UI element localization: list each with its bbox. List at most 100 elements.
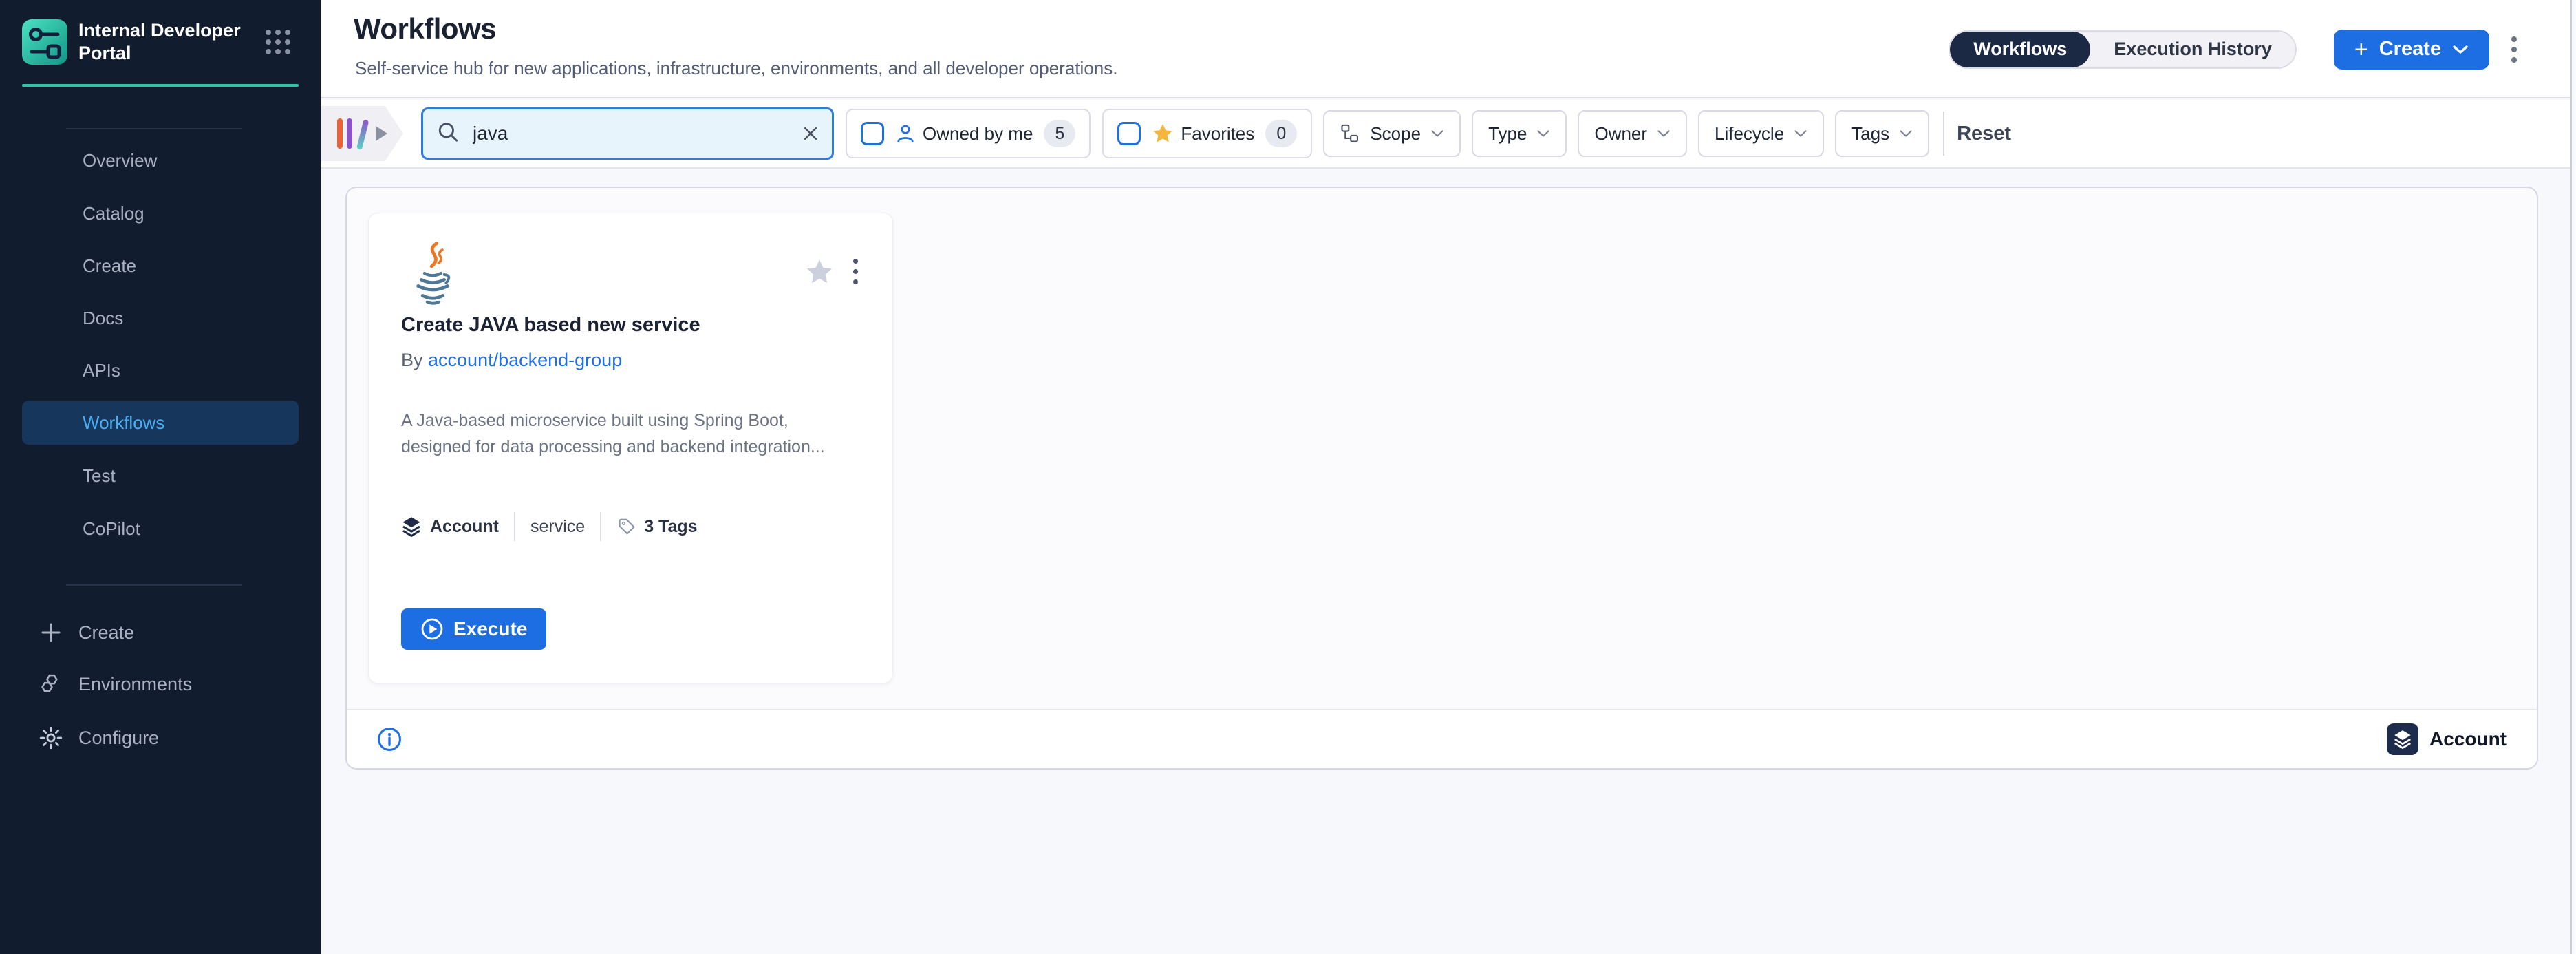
sidebar-item-label: Test [83, 465, 116, 487]
gear-icon [39, 725, 63, 750]
lifecycle-dropdown-label: Lifecycle [1715, 123, 1784, 145]
chevron-down-icon [1430, 129, 1444, 138]
owned-by-me-checkbox[interactable] [861, 122, 884, 145]
scope-dropdown[interactable]: Scope [1323, 110, 1461, 157]
workflow-description: A Java-based microservice built using Sp… [401, 407, 852, 460]
owned-count-badge: 5 [1044, 120, 1075, 147]
tags-dropdown[interactable]: Tags [1835, 110, 1929, 157]
page-subtitle: Self-service hub for new applications, i… [355, 58, 1117, 79]
by-prefix: By [401, 350, 428, 370]
header-kebab-menu-icon[interactable] [2507, 32, 2521, 67]
sidebar-item-workflows[interactable]: Workflows [22, 401, 299, 445]
sidebar: Internal Developer Portal Overview Catal… [0, 0, 321, 954]
search-box [421, 107, 834, 160]
sidebar-create-button[interactable]: Create [22, 611, 299, 654]
tags-dropdown-label: Tags [1852, 123, 1889, 145]
logo-row: Internal Developer Portal [22, 19, 290, 65]
tags-count: 3 Tags [644, 517, 697, 537]
sidebar-item-docs[interactable]: Docs [22, 296, 299, 340]
sidebar-divider-bottom [66, 584, 242, 586]
sidebar-item-test[interactable]: Test [22, 454, 299, 498]
workflow-meta-row: Account service 3 Tags [401, 512, 698, 541]
create-button[interactable]: + Create [2334, 30, 2489, 70]
layers-icon [401, 516, 422, 538]
sidebar-item-catalog[interactable]: Catalog [22, 191, 299, 235]
sidebar-item-label: Workflows [83, 412, 164, 434]
sidebar-environments-button[interactable]: Environments [22, 663, 299, 706]
sidebar-environments-label: Environments [78, 674, 192, 695]
page-header: Workflows Self-service hub for new appli… [321, 0, 2570, 98]
reset-filters-button[interactable]: Reset [1957, 123, 2011, 145]
sidebar-accent-rule [22, 84, 299, 87]
chevron-down-icon [1657, 129, 1671, 138]
sidebar-item-label: Docs [83, 308, 123, 329]
plus-icon: + [2354, 38, 2368, 61]
owned-by-me-filter[interactable]: Owned by me 5 [846, 109, 1091, 158]
workflow-owner-row: By account/backend-group [401, 350, 622, 371]
play-circle-icon [420, 617, 444, 641]
sidebar-item-label: Overview [83, 150, 157, 171]
header-actions: Workflows Execution History + Create [1949, 0, 2521, 98]
owned-by-me-label: Owned by me [923, 123, 1033, 145]
library-books-icon [336, 117, 369, 150]
type-dropdown-label: Type [1488, 123, 1527, 145]
portal-logo-icon [22, 19, 67, 65]
chevron-down-icon [1536, 129, 1550, 138]
expand-play-icon [376, 126, 387, 141]
workflow-title: Create JAVA based new service [401, 314, 700, 337]
sidebar-item-label: Create [83, 255, 136, 277]
star-icon [1152, 123, 1174, 145]
execute-button[interactable]: Execute [401, 608, 546, 650]
filter-bar: Owned by me 5 Favorites 0 [321, 100, 2570, 169]
filter-panel-handle[interactable] [321, 106, 403, 161]
workflow-card[interactable]: Create JAVA based new service By account… [368, 213, 893, 683]
sidebar-divider-top [66, 128, 242, 129]
card-kebab-menu-icon[interactable] [850, 256, 861, 287]
apps-grid-icon[interactable] [266, 30, 290, 54]
sidebar-item-label: Catalog [83, 203, 144, 224]
meta-divider [514, 512, 515, 541]
sidebar-item-apis[interactable]: APIs [22, 348, 299, 392]
sidebar-item-overview[interactable]: Overview [22, 138, 299, 182]
tag-icon [616, 516, 637, 537]
info-icon[interactable] [377, 727, 402, 752]
java-icon [407, 241, 458, 310]
sidebar-configure-label: Configure [78, 728, 159, 749]
account-scope-label: Account [2429, 728, 2507, 750]
favorites-label: Favorites [1181, 123, 1254, 145]
scrollbar[interactable] [2570, 0, 2572, 954]
owner-link[interactable]: account/backend-group [428, 350, 622, 370]
owner-dropdown-label: Owner [1594, 123, 1647, 145]
favorites-filter[interactable]: Favorites 0 [1102, 109, 1312, 158]
main-area: Workflows Self-service hub for new appli… [321, 0, 2576, 954]
portal-title: Internal Developer Portal [78, 19, 250, 65]
search-icon [436, 120, 460, 147]
hexagons-icon [39, 672, 63, 697]
favorites-checkbox[interactable] [1117, 122, 1141, 145]
favorite-star-icon[interactable] [805, 257, 834, 286]
content-area: Create JAVA based new service By account… [321, 170, 2570, 954]
layers-icon [2387, 723, 2418, 755]
panel-footer: Account [347, 709, 2537, 768]
owner-dropdown[interactable]: Owner [1578, 110, 1687, 157]
sidebar-item-label: CoPilot [83, 518, 140, 540]
clear-icon[interactable] [802, 125, 819, 142]
account-scope-badge[interactable]: Account [2387, 723, 2507, 755]
tab-workflows[interactable]: Workflows [1950, 32, 2090, 67]
filter-divider [1943, 112, 1944, 156]
workflows-panel: Create JAVA based new service By account… [345, 187, 2538, 770]
search-input[interactable] [421, 107, 834, 160]
meta-divider [600, 512, 601, 541]
sidebar-item-copilot[interactable]: CoPilot [22, 507, 299, 551]
type-dropdown[interactable]: Type [1472, 110, 1567, 157]
type-value: service [530, 517, 585, 537]
sidebar-configure-button[interactable]: Configure [22, 717, 299, 759]
lifecycle-dropdown[interactable]: Lifecycle [1698, 110, 1824, 157]
sidebar-item-create[interactable]: Create [22, 244, 299, 288]
plus-icon [39, 620, 63, 645]
chevron-down-icon [2452, 45, 2469, 54]
tab-execution-history[interactable]: Execution History [2090, 32, 2295, 67]
chevron-down-icon [1899, 129, 1913, 138]
person-icon [895, 123, 916, 144]
page-title: Workflows [354, 12, 496, 45]
